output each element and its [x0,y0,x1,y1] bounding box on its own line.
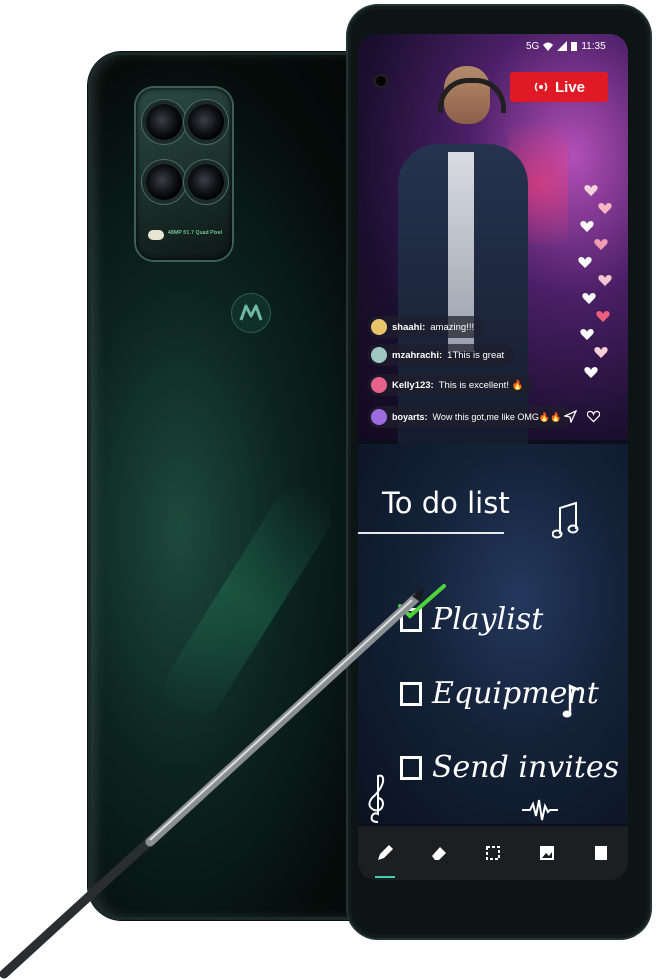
image-icon [540,846,554,860]
camera-lens [188,164,224,200]
send-icon[interactable] [564,410,577,423]
heart-icon [594,239,608,250]
broadcast-icon [534,82,548,92]
avatar [371,377,387,393]
chat-user: Kelly123: [392,379,434,391]
page-icon [595,846,607,860]
flash [148,230,164,240]
camera-lens [188,104,224,140]
motorola-logo [232,294,270,332]
tool-crop[interactable] [482,842,504,864]
live-label: Live [554,78,585,96]
tool-page[interactable] [590,842,612,864]
chat-actions [564,410,600,423]
camera-lens [146,164,182,200]
chat-user: mzahrachi: [392,349,443,361]
chat-message: mzahrachi: 1This is great [368,344,515,366]
camera-module: 48MP f/1.7 Quad Pixel [136,88,232,260]
chat-user: shaahi: [392,321,426,333]
avatar [371,347,387,363]
todo-item[interactable]: Send invites [400,750,619,785]
battery-icon [571,42,578,51]
phone-screen: 5G 11:35 Live shaahi: amazing!!! mzahrac… [358,34,628,880]
checkbox[interactable] [400,681,422,706]
notes-title: To do list [382,486,510,520]
heart-icon [584,367,598,378]
avatar [371,409,387,425]
notes-canvas[interactable]: To do list Playlist Equipment Send invit… [358,444,628,824]
chat-message: shaahi: amazing!!! [368,316,485,338]
avatar [371,319,387,335]
music-notes-icon [552,501,579,539]
waveform-icon [522,799,558,821]
chat-user: boyarts: [392,412,428,422]
active-indicator [375,876,395,878]
signal-icon [557,41,568,51]
pen-icon [378,845,393,860]
music-note-icon [562,684,580,718]
heart-icon [582,293,596,304]
heart-icon [598,203,612,214]
network-label: 5G [526,40,540,52]
eraser-icon [432,847,446,860]
crop-icon [486,846,500,860]
heart-icon [596,311,610,322]
camera-label: 48MP f/1.7 Quad Pixel [168,230,223,236]
todo-label: Playlist [432,602,544,637]
tool-eraser[interactable] [428,842,450,864]
live-badge[interactable]: Live [510,72,608,102]
chat-text: Wow this got,me like OMG🔥🔥 [432,411,562,422]
title-underline [358,532,504,534]
notes-toolbar [358,826,628,880]
clock: 11:35 [581,40,606,52]
wifi-icon [543,42,554,51]
chat-text: amazing!!! [430,321,475,333]
checkbox[interactable] [400,755,422,780]
heart-outline-icon[interactable] [587,410,600,423]
heart-icon [580,221,594,232]
heart-icon [584,185,598,196]
front-camera [376,76,386,86]
heart-icon [578,257,592,268]
heart-icon [594,347,608,358]
tool-pen[interactable] [374,842,396,878]
tool-image[interactable] [536,842,558,864]
back-sheen [153,475,343,729]
chat-text: This is excellent! 🔥 [438,379,524,391]
treble-clef-icon [368,774,385,823]
chat-message: Kelly123: This is excellent! 🔥 [368,374,534,396]
heart-icon [580,329,594,340]
chat-text: 1This is great [447,349,505,361]
heart-icon [598,275,612,286]
todo-label: Send invites [432,750,620,785]
check-icon [398,584,446,619]
live-video[interactable]: 5G 11:35 Live shaahi: amazing!!! mzahrac… [358,34,628,444]
camera-lens [146,104,182,140]
status-bar: 5G 11:35 [526,38,606,54]
chat-message: boyarts: Wow this got,me like OMG🔥🔥 [368,406,572,428]
